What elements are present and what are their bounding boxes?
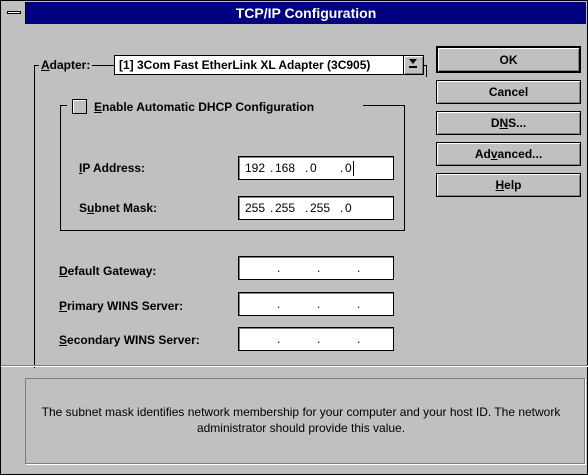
cancel-button[interactable]: Cancel [436,80,581,104]
gateway-dot: . [317,261,321,275]
text-caret [352,161,354,177]
mask-dot: . [305,201,309,215]
mask-octet-3: 255 [310,201,331,215]
dns-button[interactable]: DNS... [436,111,581,135]
mask-octet-4: 0 [345,201,352,215]
ip-address-label: IP Address: [79,161,146,175]
ip-octet-3: 0 [310,161,317,175]
help-button[interactable]: Help [436,173,581,197]
system-menu-icon [7,11,21,14]
ip-dot: . [305,161,309,175]
wins-dot: . [357,297,361,311]
title-bar[interactable]: TCP/IP Configuration [2,2,586,24]
ip-address-field[interactable]: 192 . 168 . 0 . 0 [238,156,394,180]
adapter-groupbox-right-edge [426,65,427,77]
adapter-label: Adapter: [39,58,93,72]
wins-dot: . [317,332,321,346]
mask-octet-2: 255 [275,201,296,215]
wins-dot: . [317,297,321,311]
wins-dot: . [277,297,281,311]
adapter-value: [1] 3Com Fast EtherLink XL Adapter (3C90… [119,58,371,72]
primary-wins-label: Primary WINS Server: [59,299,184,313]
ip-octet-4: 0 [345,161,354,177]
wins-dot: . [277,332,281,346]
ip-dot: . [340,161,344,175]
dhcp-label: Enable Automatic DHCP Configuration [94,100,315,114]
default-gateway-label: Default Gateway: [59,264,157,278]
subnet-mask-label: Subnet Mask: [79,201,158,215]
separator-highlight [1,366,588,367]
advanced-button[interactable]: Advanced... [436,142,581,166]
mask-dot: . [270,201,274,215]
system-menu-button[interactable] [2,2,26,24]
subnet-mask-field[interactable]: 255 . 255 . 255 . 0 [238,196,394,220]
chevron-down-icon [409,59,417,64]
secondary-wins-label: Secondary WINS Server: [59,333,200,347]
ip-dot: . [270,161,274,175]
mask-dot: . [340,201,344,215]
ip-octet-1: 192 [245,161,266,175]
tcpip-configuration-dialog: TCP/IP Configuration Adapter: [1] 3Com F… [0,0,588,475]
default-gateway-field[interactable]: . . . [238,256,394,280]
primary-wins-field[interactable]: . . . [238,292,394,316]
mask-octet-1: 255 [245,201,266,215]
ip-octet-2: 168 [275,161,296,175]
adapter-dropdown-button[interactable] [403,56,423,74]
ok-button[interactable]: OK [436,46,581,73]
dropdown-bar-icon [409,66,417,68]
gateway-dot: . [357,261,361,275]
secondary-wins-field[interactable]: . . . [238,327,394,351]
window-title: TCP/IP Configuration [235,5,377,21]
wins-dot: . [357,332,361,346]
gateway-dot: . [277,261,281,275]
adapter-dropdown[interactable]: [1] 3Com Fast EtherLink XL Adapter (3C90… [114,55,424,75]
dhcp-checkbox[interactable] [72,99,87,114]
description-text: The subnet mask identifies network membe… [41,405,561,435]
